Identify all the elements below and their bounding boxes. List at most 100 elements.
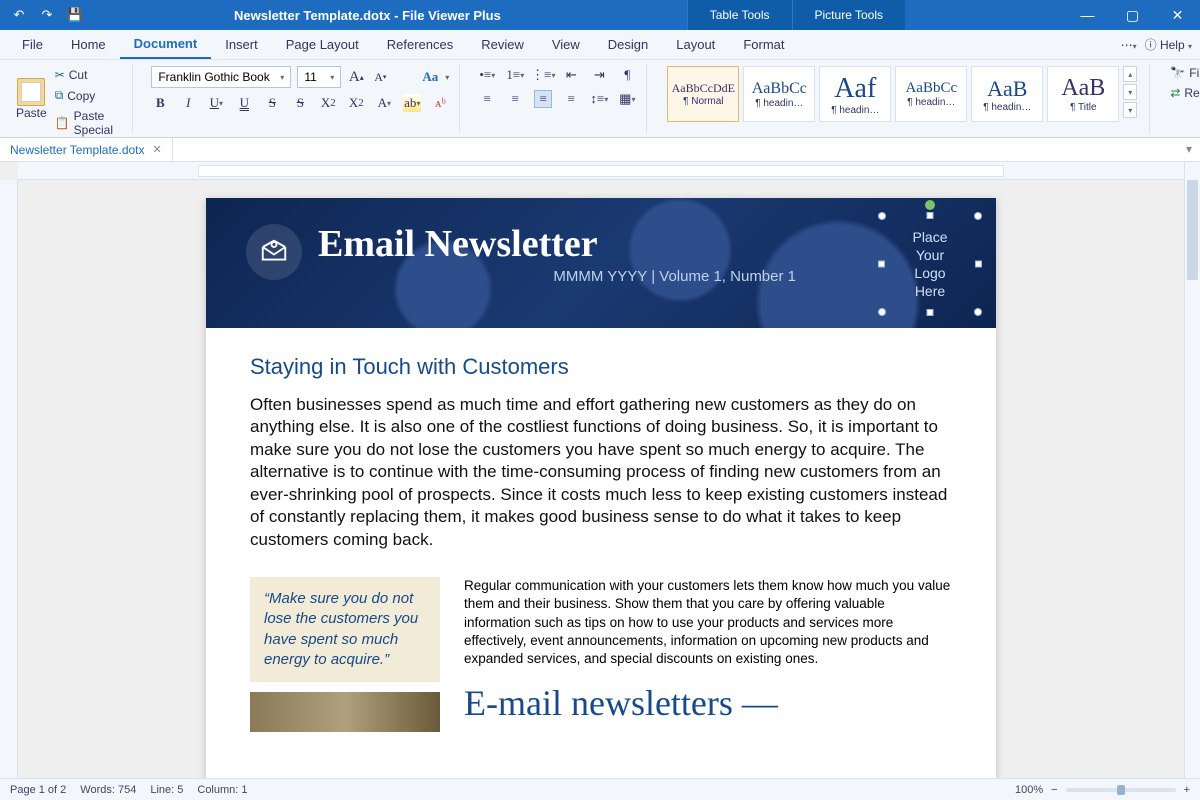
paste-button[interactable]: Paste — [14, 64, 49, 133]
shading-icon[interactable]: ▦▾ — [618, 90, 636, 108]
help-button[interactable]: ⓘ Help ▾ — [1145, 36, 1192, 53]
style-heading3[interactable]: AaBbCc¶ headin… — [895, 66, 967, 122]
resize-handle[interactable] — [878, 308, 886, 316]
align-left-icon[interactable]: ≡ — [478, 90, 496, 108]
zoom-slider[interactable] — [1066, 788, 1176, 792]
zoom-in-icon[interactable]: + — [1184, 784, 1190, 796]
subheading[interactable]: E-mail newsletters — — [464, 682, 952, 724]
menu-insert[interactable]: Insert — [211, 31, 272, 58]
menu-design[interactable]: Design — [594, 31, 662, 58]
body-paragraph-2[interactable]: Regular communication with your customer… — [464, 577, 952, 668]
context-tab-picture[interactable]: Picture Tools — [792, 0, 905, 30]
highlight-icon[interactable]: ab▾ — [403, 94, 421, 112]
styles-gallery[interactable]: AaBbCcDdE¶ Normal AaBbCc¶ headin… Aaf¶ h… — [663, 64, 1141, 133]
menu-view[interactable]: View — [538, 31, 594, 58]
shrink-font-icon[interactable]: A▾ — [371, 68, 389, 86]
doc-tab-label: Newsletter Template.dotx — [10, 143, 145, 157]
style-normal[interactable]: AaBbCcDdE¶ Normal — [667, 66, 739, 122]
resize-handle[interactable] — [974, 212, 982, 220]
logo-placeholder[interactable]: Place Your Logo Here — [882, 216, 978, 312]
resize-handle[interactable] — [927, 212, 934, 219]
style-heading2[interactable]: Aaf¶ headin… — [819, 66, 891, 122]
indent-icon[interactable]: ⇥ — [590, 66, 608, 84]
style-heading4[interactable]: AaB¶ headin… — [971, 66, 1043, 122]
pull-quote[interactable]: “Make sure you do not lose the customers… — [250, 577, 440, 682]
tabs-dropdown-icon[interactable]: ▾ — [1178, 138, 1200, 161]
menu-format[interactable]: Format — [729, 31, 798, 58]
resize-handle[interactable] — [878, 261, 885, 268]
banner-subtitle[interactable]: MMMM YYYY | Volume 1, Number 1 — [318, 268, 956, 285]
menu-file[interactable]: File — [8, 31, 57, 58]
double-underline-icon[interactable]: U — [235, 94, 253, 112]
styles-expand[interactable]: ▾ — [1123, 102, 1137, 118]
menu-page-layout[interactable]: Page Layout — [272, 31, 373, 58]
paste-special-button[interactable]: 📋Paste Special — [51, 107, 125, 139]
doc-tab[interactable]: Newsletter Template.dotx ✕ — [0, 138, 173, 161]
section-heading[interactable]: Staying in Touch with Customers — [250, 354, 952, 380]
find-button[interactable]: 🔭Find — [1166, 64, 1200, 82]
status-words[interactable]: Words: 754 — [80, 784, 136, 796]
context-tab-table[interactable]: Table Tools — [687, 0, 792, 30]
horizontal-ruler[interactable] — [18, 162, 1184, 180]
menu-document[interactable]: Document — [120, 30, 212, 59]
show-marks-icon[interactable]: ¶ — [618, 66, 636, 84]
page[interactable]: Email Newsletter MMMM YYYY | Volume 1, N… — [206, 198, 996, 778]
binoculars-icon: 🔭 — [1170, 66, 1185, 80]
ribbon-options-icon[interactable]: ⋯▾ — [1121, 38, 1137, 52]
align-center-icon[interactable]: ≡ — [506, 90, 524, 108]
change-case-icon[interactable]: Aa — [421, 68, 439, 86]
font-name-select[interactable]: Franklin Gothic Book▾ — [151, 66, 291, 88]
minimize-button[interactable]: — — [1065, 0, 1110, 30]
redo-icon[interactable]: ↷ — [38, 6, 56, 24]
styles-scroll-down[interactable]: ▾ — [1123, 84, 1137, 100]
underline-icon[interactable]: U▾ — [207, 94, 225, 112]
save-icon[interactable]: 💾 — [66, 6, 84, 24]
vertical-scrollbar[interactable] — [1184, 162, 1200, 778]
align-right-icon[interactable]: ≡ — [534, 90, 552, 108]
rotate-handle[interactable] — [925, 200, 935, 210]
menu-layout[interactable]: Layout — [662, 31, 729, 58]
subscript-icon[interactable]: X2 — [347, 94, 365, 112]
multilevel-icon[interactable]: ⋮≡▾ — [534, 66, 552, 84]
line-spacing-icon[interactable]: ↕≡▾ — [590, 90, 608, 108]
close-tab-icon[interactable]: ✕ — [153, 143, 162, 156]
superscript-icon[interactable]: X2 — [319, 94, 337, 112]
zoom-out-icon[interactable]: − — [1051, 784, 1057, 796]
bullets-icon[interactable]: •≡▾ — [478, 66, 496, 84]
italic-icon[interactable]: I — [179, 94, 197, 112]
close-button[interactable]: ✕ — [1155, 0, 1200, 30]
menu-review[interactable]: Review — [467, 31, 538, 58]
menu-home[interactable]: Home — [57, 31, 120, 58]
font-color-icon[interactable]: A▾ — [375, 94, 393, 112]
resize-handle[interactable] — [878, 212, 886, 220]
styles-scroll-up[interactable]: ▴ — [1123, 66, 1137, 82]
scrollbar-thumb[interactable] — [1187, 180, 1198, 280]
numbering-icon[interactable]: 1≡▾ — [506, 66, 524, 84]
inline-image[interactable] — [250, 692, 440, 732]
font-size-select[interactable]: 11▾ — [297, 66, 341, 88]
outdent-icon[interactable]: ⇤ — [562, 66, 580, 84]
style-title[interactable]: AaB¶ Title — [1047, 66, 1119, 122]
resize-handle[interactable] — [975, 261, 982, 268]
justify-icon[interactable]: ≡ — [562, 90, 580, 108]
copy-button[interactable]: Copy — [51, 86, 125, 105]
cut-button[interactable]: Cut — [51, 66, 125, 84]
status-bar: Page 1 of 2 Words: 754 Line: 5 Column: 1… — [0, 778, 1200, 800]
style-heading1[interactable]: AaBbCc¶ headin… — [743, 66, 815, 122]
double-strike-icon[interactable]: S — [291, 94, 309, 112]
banner-title[interactable]: Email Newsletter — [318, 222, 956, 266]
clear-format-icon[interactable]: ᴀᵇ — [431, 94, 449, 112]
resize-handle[interactable] — [927, 309, 934, 316]
undo-icon[interactable]: ↶ — [10, 6, 28, 24]
maximize-button[interactable]: ▢ — [1110, 0, 1155, 30]
strikethrough-icon[interactable]: S — [263, 94, 281, 112]
grow-font-icon[interactable]: A▴ — [347, 68, 365, 86]
status-page[interactable]: Page 1 of 2 — [10, 784, 66, 796]
replace-button[interactable]: ⇄Replace — [1166, 84, 1200, 102]
resize-handle[interactable] — [974, 308, 982, 316]
body-paragraph[interactable]: Often businesses spend as much time and … — [250, 394, 952, 551]
bold-icon[interactable]: B — [151, 94, 169, 112]
zoom-value[interactable]: 100% — [1015, 784, 1043, 796]
menu-references[interactable]: References — [373, 31, 467, 58]
vertical-ruler[interactable] — [0, 180, 18, 778]
